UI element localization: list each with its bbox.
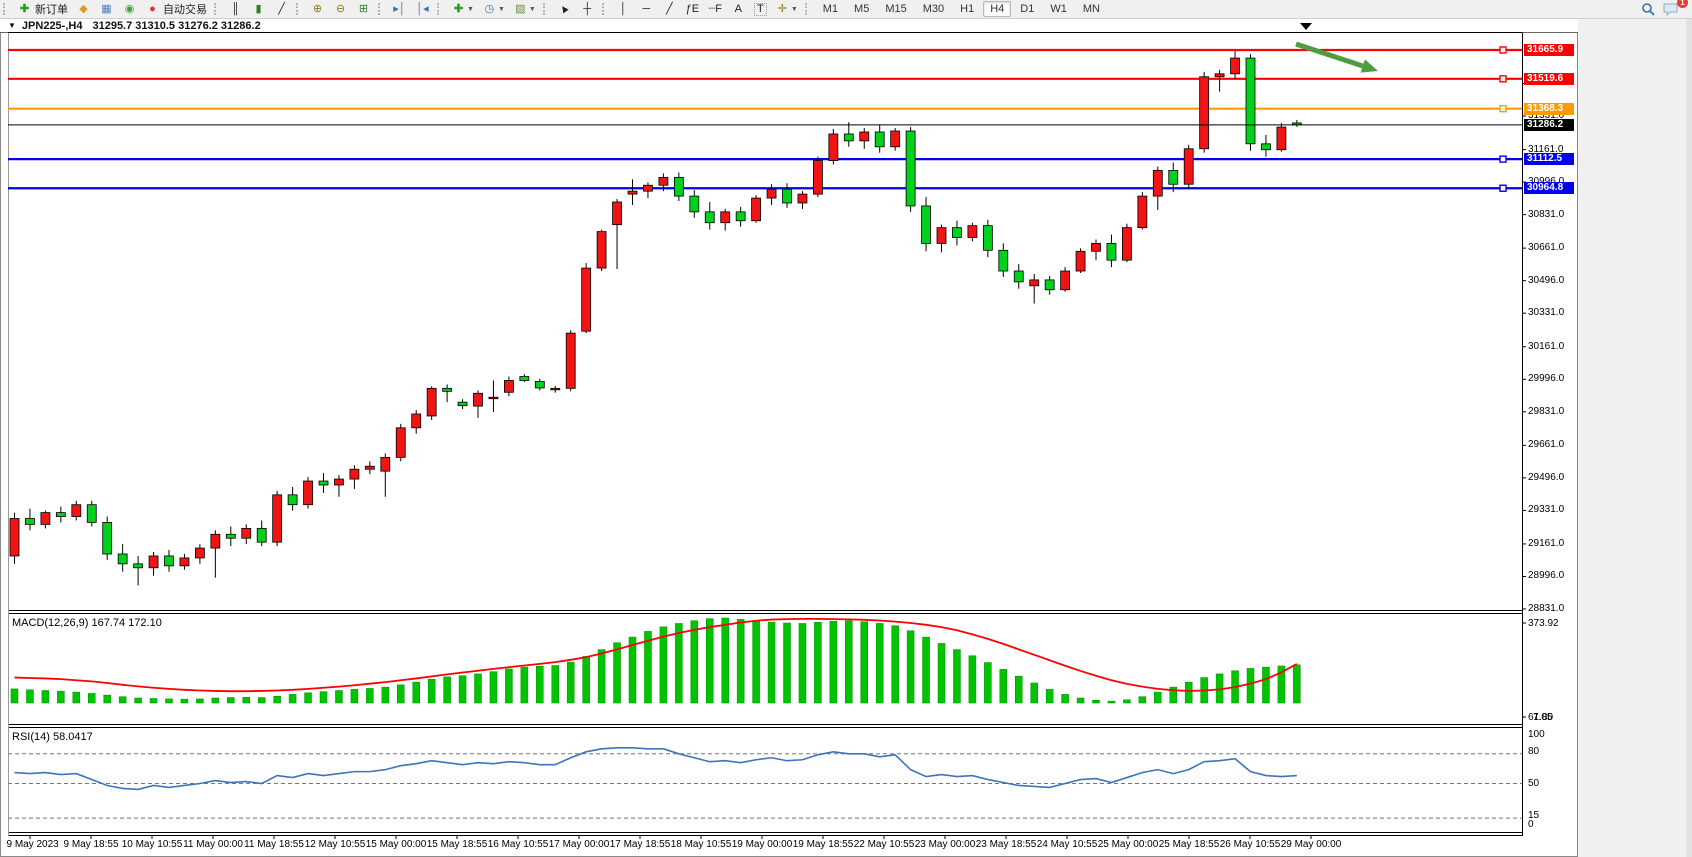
price-axis-label: 30331.0: [1528, 307, 1564, 318]
price-axis-label: 28831.0: [1528, 603, 1564, 614]
time-axis-label: 23 May 00:00: [915, 839, 976, 850]
macd-scale-bottom-2: 7.05: [1533, 712, 1552, 723]
time-axis-label: 19 May 18:55: [793, 839, 854, 850]
time-axis-label: 17 May 00:00: [549, 839, 610, 850]
time-axis-label: 15 May 18:55: [427, 839, 488, 850]
rsi-label: RSI(14) 58.0417: [12, 731, 93, 743]
time-axis-label: 9 May 2023: [6, 839, 58, 850]
price-line-badge: 31519.6: [1524, 73, 1574, 85]
price-axis-label: 30496.0: [1528, 275, 1564, 286]
time-axis-label: 17 May 18:55: [610, 839, 671, 850]
time-axis-label: 12 May 10:55: [305, 839, 366, 850]
rsi-scale-label: 100: [1528, 729, 1545, 740]
price-line-badge: 31665.9: [1524, 44, 1574, 56]
rsi-scale-label: 0: [1528, 819, 1534, 830]
rsi-scale-label: 50: [1528, 778, 1539, 789]
time-axis-label: 22 May 10:55: [854, 839, 915, 850]
time-axis-label: 19 May 00:00: [732, 839, 793, 850]
macd-signal-line: [15, 619, 1297, 691]
price-axis-label: 30831.0: [1528, 209, 1564, 220]
time-axis-label: 25 May 18:55: [1159, 839, 1220, 850]
time-axis-label: 23 May 18:55: [976, 839, 1037, 850]
price-axis-label: 28996.0: [1528, 570, 1564, 581]
candles-layer: [10, 51, 1301, 585]
rsi-levels-layer: [8, 754, 1522, 818]
price-axis-label: 29831.0: [1528, 406, 1564, 417]
time-axis-label: 9 May 18:55: [63, 839, 118, 850]
rsi-scale-label: 80: [1528, 746, 1539, 757]
price-axis-label: 29496.0: [1528, 472, 1564, 483]
time-axis-label: 15 May 00:00: [366, 839, 427, 850]
price-axis-label: 30661.0: [1528, 242, 1564, 253]
time-axis-label: 25 May 00:00: [1098, 839, 1159, 850]
price-line-badge: 31368.3: [1524, 103, 1574, 115]
time-axis-label: 29 May 00:00: [1281, 839, 1342, 850]
price-axis-label: 29661.0: [1528, 439, 1564, 450]
chart-canvas[interactable]: [0, 0, 1692, 857]
price-axis-label: 29996.0: [1528, 373, 1564, 384]
time-axis-label: 26 May 10:55: [1220, 839, 1281, 850]
time-axis-label: 16 May 10:55: [488, 839, 549, 850]
horizontal-lines-layer: [8, 47, 1522, 191]
time-axis-label: 10 May 10:55: [122, 839, 183, 850]
time-axis-label: 11 May 00:00: [183, 839, 243, 850]
time-axis-label: 11 May 18:55: [244, 839, 304, 850]
macd-scale-top: 373.92: [1528, 618, 1559, 629]
price-line-badge: 30964.8: [1524, 182, 1574, 194]
price-axis-label: 29161.0: [1528, 538, 1564, 549]
time-axis-label: 24 May 10:55: [1037, 839, 1098, 850]
price-axis-label: 29331.0: [1528, 504, 1564, 515]
price-axis-label: 30161.0: [1528, 341, 1564, 352]
current-price-badge: 31286.2: [1524, 119, 1574, 131]
arrow-annotation: [1296, 44, 1378, 73]
pane-borders: [8, 33, 1523, 837]
chart-shift-marker[interactable]: [1300, 23, 1312, 30]
time-axis-label: 18 May 10:55: [671, 839, 732, 850]
macd-label: MACD(12,26,9) 167.74 172.10: [12, 617, 162, 629]
price-line-badge: 31112.5: [1524, 153, 1574, 165]
